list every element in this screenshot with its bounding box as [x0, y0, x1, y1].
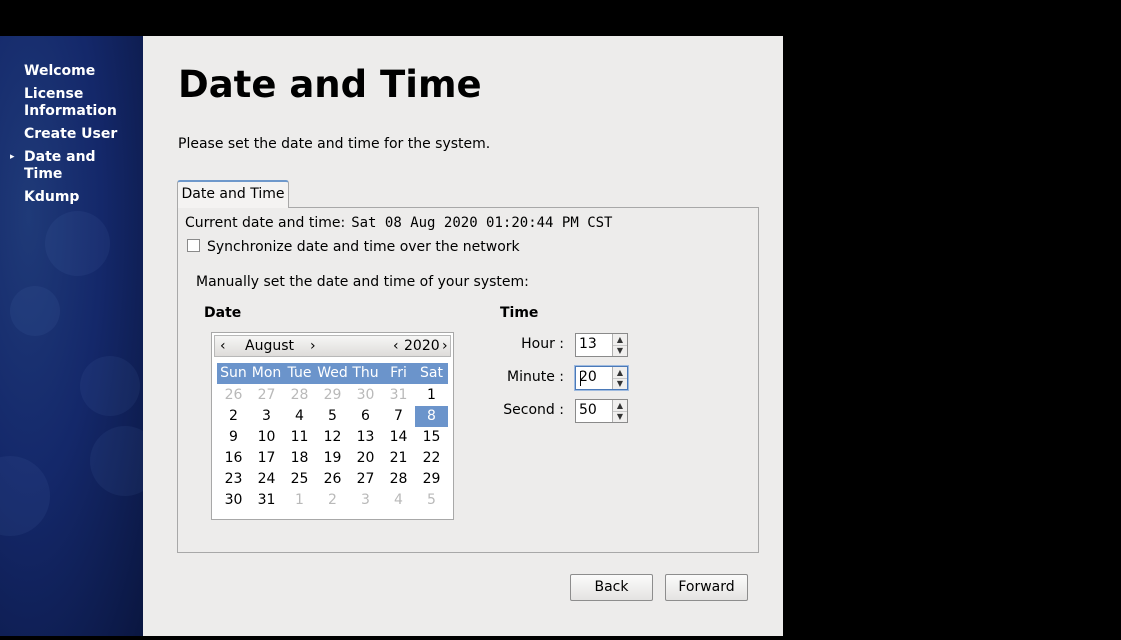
sync-network-row[interactable]: Synchronize date and time over the netwo… [187, 239, 520, 255]
sidebar-item-license-information[interactable]: License Information [24, 86, 134, 120]
minute-label: Minute : [507, 369, 564, 385]
weekday-header: Thu [352, 365, 379, 381]
calendar-month: August [245, 338, 294, 354]
calendar-day[interactable]: 18 [283, 448, 316, 469]
calendar-day[interactable]: 25 [283, 469, 316, 490]
calendar-day[interactable]: 2 [217, 406, 250, 427]
calendar-day[interactable]: 24 [250, 469, 283, 490]
time-heading: Time [500, 305, 539, 321]
calendar-day[interactable]: 26 [316, 469, 349, 490]
current-datetime-value: Sat 08 Aug 2020 01:20:44 PM CST [351, 215, 613, 231]
calendar-day[interactable]: 10 [250, 427, 283, 448]
calendar-day-selected[interactable]: 8 [415, 406, 448, 427]
calendar-header: ‹ August › ‹ 2020 › [214, 335, 451, 357]
calendar-day[interactable]: 9 [217, 427, 250, 448]
calendar-day[interactable]: 4 [382, 490, 415, 511]
calendar-day[interactable]: 31 [382, 385, 415, 406]
second-value[interactable]: 50 [579, 402, 597, 418]
calendar-day[interactable]: 27 [250, 385, 283, 406]
sidebar-item-date-and-time[interactable]: ▸ Date and Time [10, 149, 134, 183]
second-spinner[interactable]: 50 ▲ ▼ [575, 399, 628, 423]
calendar-day[interactable]: 21 [382, 448, 415, 469]
weekday-header: Sat [420, 365, 443, 381]
tab-date-and-time[interactable]: Date and Time [177, 180, 289, 208]
calendar-day[interactable]: 20 [349, 448, 382, 469]
calendar: ‹ August › ‹ 2020 › Sun Mon Tue Wed Thu Fri Sa… [211, 332, 454, 520]
calendar-day[interactable]: 1 [283, 490, 316, 511]
calendar-day[interactable]: 5 [316, 406, 349, 427]
prev-year-button[interactable]: ‹ [393, 336, 399, 356]
second-down-arrow-icon[interactable]: ▼ [613, 411, 627, 422]
current-datetime-label: Current date and time: [185, 215, 346, 231]
minute-down-arrow-icon[interactable]: ▼ [613, 378, 627, 389]
weekday-header: Mon [251, 365, 282, 381]
page-title: Date and Time [178, 63, 482, 106]
manual-set-label: Manually set the date and time of your s… [196, 274, 529, 290]
calendar-day[interactable]: 2 [316, 490, 349, 511]
sync-network-checkbox[interactable] [187, 239, 200, 252]
calendar-day[interactable]: 7 [382, 406, 415, 427]
minute-spinner[interactable]: 20 ▲ ▼ [575, 366, 628, 390]
second-label: Second : [503, 402, 564, 418]
calendar-year: 2020 [404, 338, 440, 354]
weekday-header: Wed [317, 365, 348, 381]
calendar-day[interactable]: 19 [316, 448, 349, 469]
sidebar-item-create-user[interactable]: Create User [24, 126, 134, 143]
calendar-day[interactable]: 12 [316, 427, 349, 448]
sidebar-item-kdump[interactable]: Kdump [24, 189, 134, 206]
calendar-day[interactable]: 28 [283, 385, 316, 406]
hour-value[interactable]: 13 [579, 336, 597, 352]
next-month-button[interactable]: › [310, 336, 316, 356]
calendar-day[interactable]: 6 [349, 406, 382, 427]
date-time-panel: Current date and time: Sat 08 Aug 2020 01… [177, 207, 759, 553]
calendar-day[interactable]: 30 [217, 490, 250, 511]
hour-label: Hour : [521, 336, 564, 352]
current-step-arrow-icon: ▸ [10, 152, 15, 162]
minute-value[interactable]: 20 [579, 369, 597, 385]
calendar-day[interactable]: 31 [250, 490, 283, 511]
calendar-day[interactable]: 23 [217, 469, 250, 490]
calendar-day[interactable]: 3 [349, 490, 382, 511]
sidebar-item-label: Welcome [24, 63, 96, 79]
sidebar-item-label: Create User [24, 126, 118, 142]
weekday-row: Sun Mon Tue Wed Thu Fri Sat [217, 363, 448, 384]
date-heading: Date [204, 305, 242, 321]
next-year-button[interactable]: › [442, 336, 448, 356]
sync-network-label[interactable]: Synchronize date and time over the netwo… [207, 239, 520, 255]
weekday-header: Tue [287, 365, 312, 381]
weekday-header: Fri [390, 365, 407, 381]
hour-spinner[interactable]: 13 ▲ ▼ [575, 333, 628, 357]
calendar-day[interactable]: 11 [283, 427, 316, 448]
page-subtitle: Please set the date and time for the sys… [178, 136, 491, 152]
calendar-day[interactable]: 15 [415, 427, 448, 448]
main-content: Date and Time Please set the date and ti… [143, 36, 783, 636]
weekday-header: Sun [220, 365, 247, 381]
calendar-day[interactable]: 14 [382, 427, 415, 448]
back-button[interactable]: Back [570, 574, 653, 601]
sidebar: Welcome License Information Create User … [0, 36, 143, 636]
calendar-day[interactable]: 28 [382, 469, 415, 490]
sidebar-item-welcome[interactable]: Welcome [24, 63, 134, 80]
calendar-day[interactable]: 26 [217, 385, 250, 406]
hour-down-arrow-icon[interactable]: ▼ [613, 345, 627, 356]
calendar-day[interactable]: 1 [415, 385, 448, 406]
sidebar-item-label: Kdump [24, 189, 80, 205]
calendar-day[interactable]: 4 [283, 406, 316, 427]
sidebar-item-label: Date and Time [24, 149, 96, 182]
prev-month-button[interactable]: ‹ [220, 336, 226, 356]
forward-button[interactable]: Forward [665, 574, 748, 601]
calendar-day[interactable]: 16 [217, 448, 250, 469]
calendar-day[interactable]: 30 [349, 385, 382, 406]
day-grid: 26 27 28 29 30 31 1 2 3 4 5 6 7 8 9 10 11 12 13 14 15 16 17 18 1… [217, 385, 448, 511]
calendar-day[interactable]: 29 [316, 385, 349, 406]
current-datetime: Current date and time: Sat 08 Aug 2020 01… [185, 215, 612, 231]
sidebar-item-label: License Information [24, 86, 117, 119]
calendar-day[interactable]: 29 [415, 469, 448, 490]
calendar-day[interactable]: 13 [349, 427, 382, 448]
calendar-day[interactable]: 3 [250, 406, 283, 427]
calendar-day[interactable]: 5 [415, 490, 448, 511]
calendar-day[interactable]: 22 [415, 448, 448, 469]
calendar-day[interactable]: 27 [349, 469, 382, 490]
calendar-day[interactable]: 17 [250, 448, 283, 469]
